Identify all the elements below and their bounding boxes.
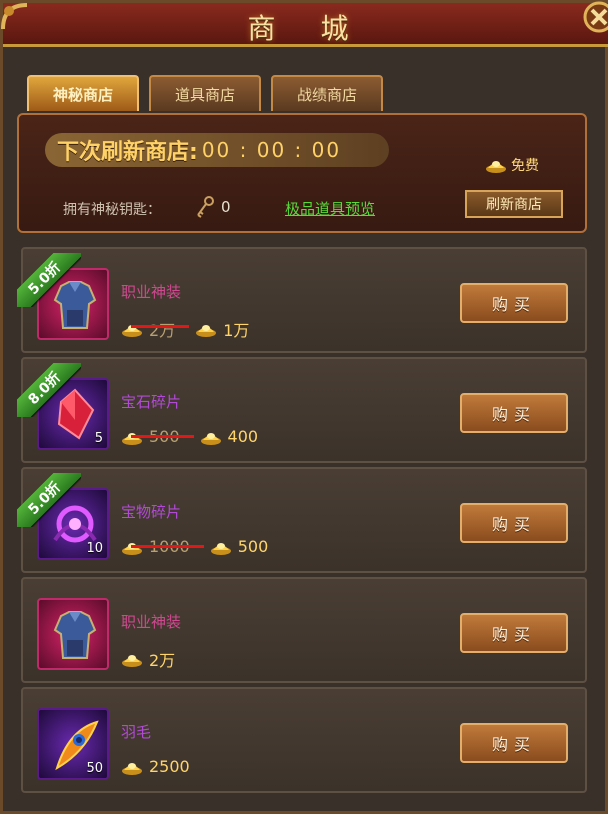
price-row: 1000 500 [121,537,268,556]
list-item: 10 5.0折 宝物碎片 1000 500 购买 [17,467,587,573]
current-price-value: 2500 [149,757,190,776]
list-item: 50 羽毛 2500 购买 [21,687,587,793]
gold-ingot-icon [122,325,142,337]
buy-button[interactable]: 购买 [460,393,568,433]
buy-button[interactable]: 购买 [460,283,568,323]
buy-button[interactable]: 购买 [460,723,568,763]
item-count: 50 [86,761,103,776]
original-price: 2万 [121,317,190,341]
armor-icon [37,598,109,670]
original-price: 500 [121,427,193,446]
gold-ingot-icon [122,432,142,445]
refresh-timer-bar: 下次刷新商店: 00 : 00 : 00 [45,133,389,167]
list-item: 职业神装 2万 购买 [21,577,587,683]
price-row: 500 400 [121,427,258,446]
keys-label: 拥有神秘钥匙： [63,202,161,218]
discount-ribbon: 8.0折 [17,363,81,417]
title-bar: 商 城 [1,0,608,47]
item-name: 职业神装 [121,613,182,631]
buy-button[interactable]: 购买 [460,613,568,653]
free-refresh: 免费 [485,155,539,175]
list-item: 5.0折 职业神装 2万 1万 购买 [17,247,587,353]
item-count: 10 [86,541,103,556]
shop-window: 商 城 神秘商店 道具商店 战绩商店 下次刷新商店: 00 : 00 : 00 … [0,0,608,814]
gold-ingot-icon [122,762,142,775]
original-price-value: 2万 [149,321,176,340]
shop-tabs: 神秘商店 道具商店 战绩商店 [27,75,383,111]
refresh-timer: 00 : 00 : 00 [201,138,342,162]
price-row: 2万 1万 [121,317,249,341]
item-name: 羽毛 [121,723,152,741]
gold-ingot-icon [210,542,231,555]
original-price: 1000 [121,537,204,556]
feather-icon: 50 [37,708,109,780]
refresh-shop-button[interactable]: 刷新商店 [465,190,563,218]
price-row: 2万 [121,647,175,671]
current-price: 1万 [195,317,249,341]
discount-ribbon: 5.0折 [17,253,81,307]
keys-count: 0 [221,198,231,216]
current-price: 500 [210,537,269,556]
refresh-label: 下次刷新商店: [57,140,198,165]
item-name: 职业神装 [121,283,182,301]
refresh-panel: 下次刷新商店: 00 : 00 : 00 免费 拥有神秘钥匙： 0 极品道具预览… [17,113,587,233]
item-list: 5.0折 职业神装 2万 1万 购买 5 8.0折 宝石碎片 500 400 购… [17,247,587,797]
current-price-value: 500 [237,537,269,556]
current-price: 400 [200,427,259,446]
tab-honor-shop[interactable]: 战绩商店 [271,75,383,111]
list-item: 5 8.0折 宝石碎片 500 400 购买 [17,357,587,463]
current-price: 2500 [121,757,190,776]
current-price-value: 400 [227,427,259,446]
gold-ingot-icon [122,542,142,555]
gold-ingot-icon [122,655,142,667]
current-price: 2万 [121,647,175,671]
gold-ingot-icon [486,161,506,173]
item-count: 5 [94,431,103,446]
current-price-value: 2万 [149,651,176,670]
window-title: 商 城 [247,12,367,45]
gold-ingot-icon [200,432,221,445]
current-price-value: 1万 [223,321,250,340]
discount-label: 5.0折 [17,473,81,527]
item-name: 宝石碎片 [121,393,182,411]
tab-mystery-shop[interactable]: 神秘商店 [27,75,139,111]
original-price-value: 500 [149,427,180,446]
buy-button[interactable]: 购买 [460,503,568,543]
tab-item-shop[interactable]: 道具商店 [149,75,261,111]
close-icon[interactable] [581,0,608,35]
key-icon [197,196,214,218]
discount-ribbon: 5.0折 [17,473,81,527]
discount-label: 5.0折 [17,253,81,307]
free-label: 免费 [511,158,539,174]
premium-preview-link[interactable]: 极品道具预览 [285,198,375,219]
gold-ingot-icon [196,325,217,337]
discount-label: 8.0折 [17,363,81,417]
original-price-value: 1000 [149,537,190,556]
price-row: 2500 [121,757,190,776]
item-name: 宝物碎片 [121,503,182,521]
